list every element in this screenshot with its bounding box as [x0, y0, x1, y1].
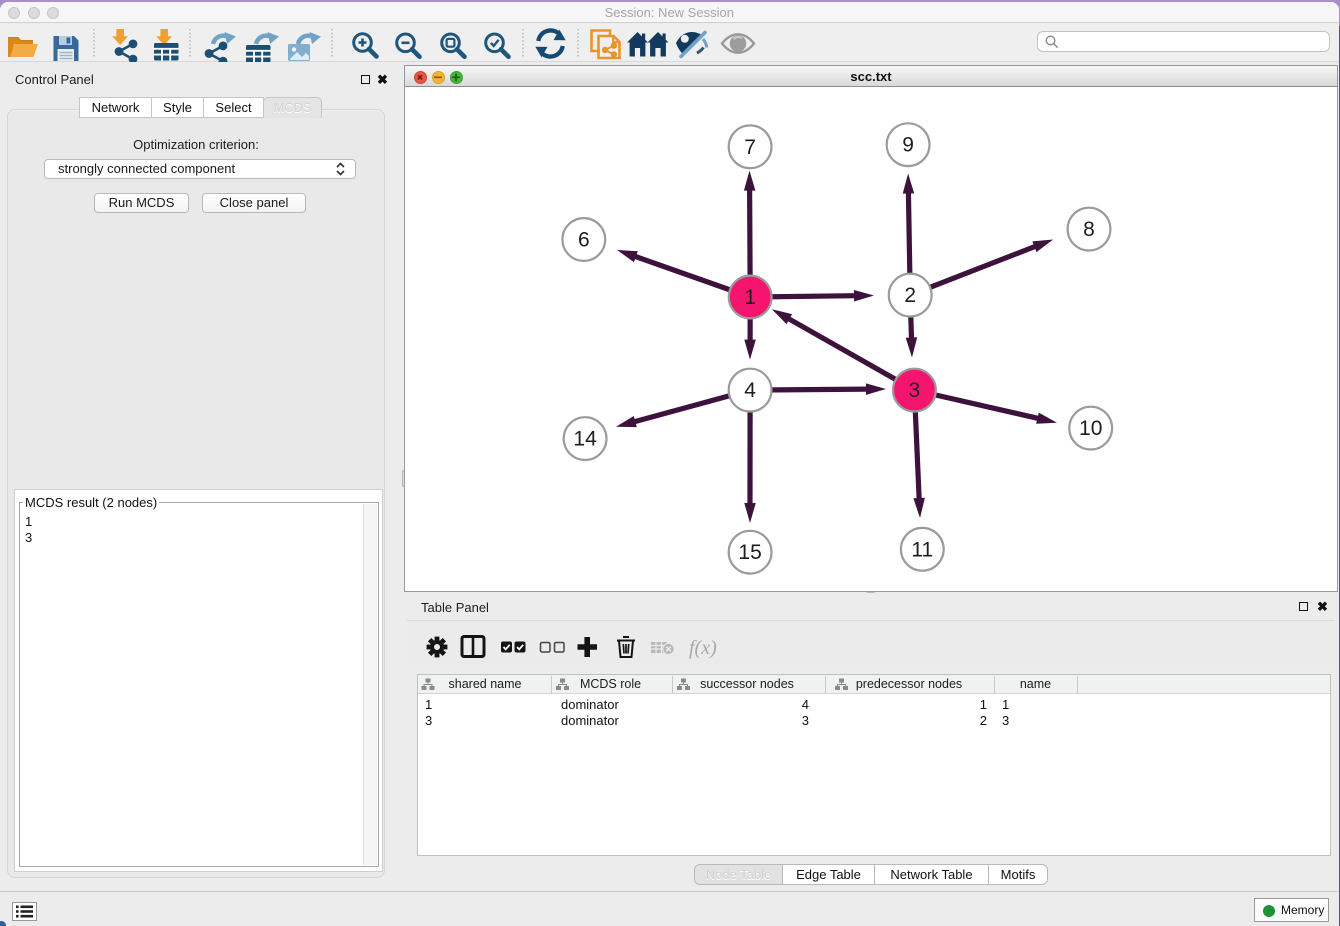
svg-text:15: 15	[738, 541, 761, 564]
svg-text:2: 2	[904, 284, 916, 307]
svg-text:4: 4	[744, 379, 756, 402]
svg-text:9: 9	[902, 134, 914, 157]
svg-text:1: 1	[744, 286, 756, 309]
svg-text:8: 8	[1083, 218, 1095, 241]
svg-text:7: 7	[744, 136, 756, 159]
svg-text:f(x): f(x)	[689, 637, 717, 659]
svg-text:11: 11	[911, 538, 933, 561]
svg-text:6: 6	[578, 229, 590, 252]
svg-text:14: 14	[573, 428, 597, 451]
svg-text:10: 10	[1079, 417, 1102, 440]
svg-text:3: 3	[909, 379, 921, 402]
